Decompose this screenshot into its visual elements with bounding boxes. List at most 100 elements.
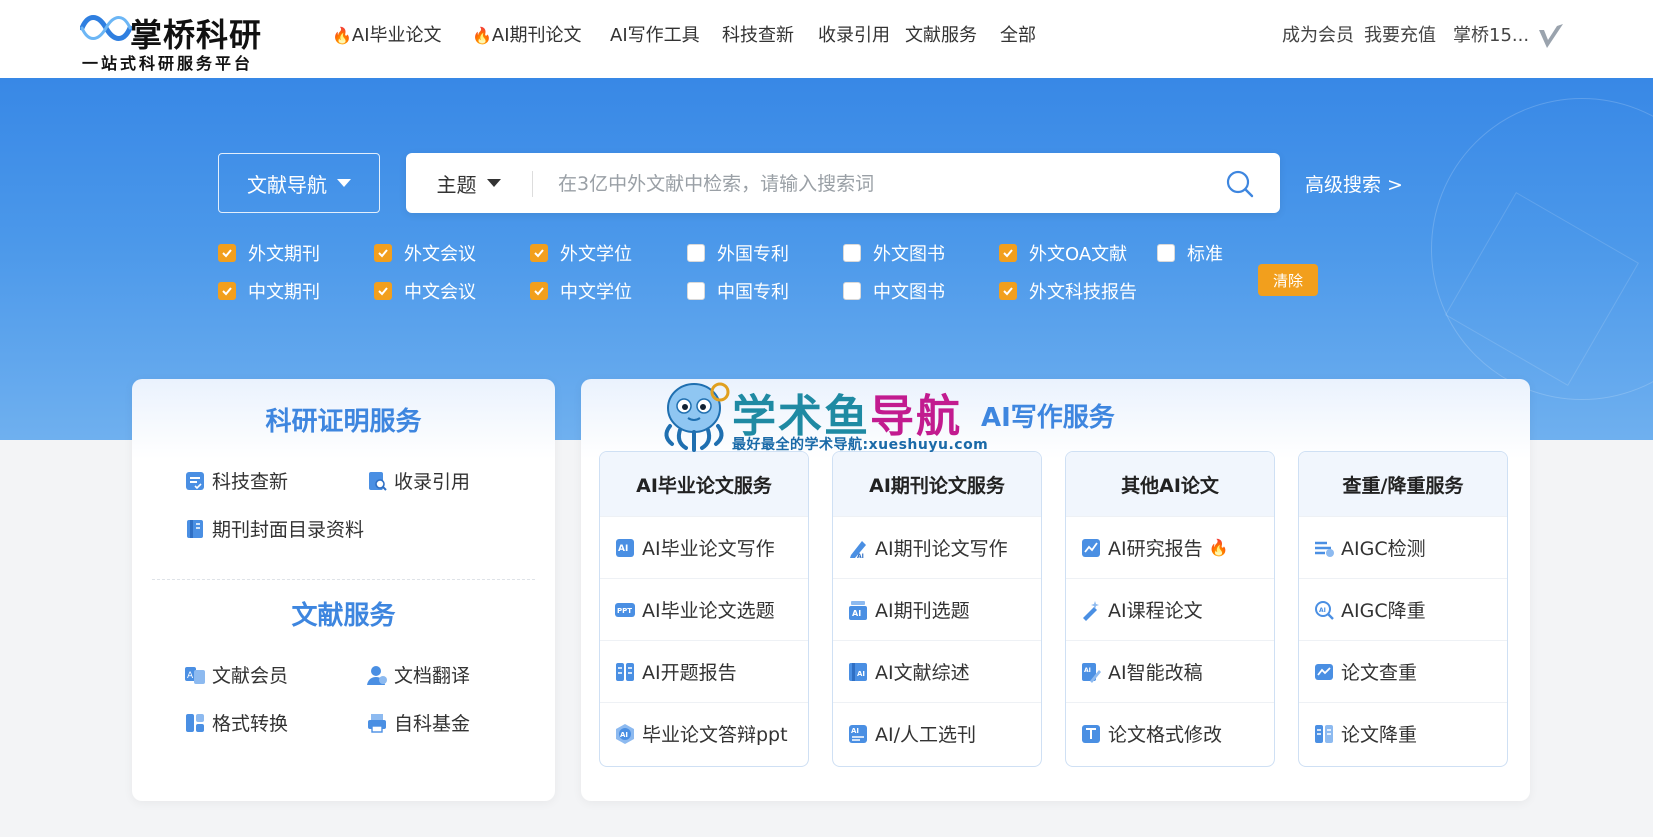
checkbox[interactable] xyxy=(218,244,236,262)
search-divider xyxy=(532,171,533,197)
recharge-link[interactable]: 我要充值 xyxy=(1364,24,1436,48)
checkbox[interactable] xyxy=(374,282,392,300)
ai-document-icon: AI xyxy=(616,538,634,557)
nav-ai-thesis[interactable]: 🔥AI毕业论文 xyxy=(332,24,442,48)
user-icon xyxy=(367,665,387,685)
link-paper-check[interactable]: 论文查重 xyxy=(1299,640,1507,702)
column-title: 其他AI论文 xyxy=(1066,452,1274,516)
svg-text:PPT: PPT xyxy=(617,607,632,615)
checkbox[interactable] xyxy=(530,244,548,262)
link-ai-proposal-report[interactable]: AI开题报告 xyxy=(600,640,808,702)
svg-text:AI: AI xyxy=(857,553,864,559)
edit-doc-icon: AI xyxy=(1082,662,1101,683)
checkbox[interactable] xyxy=(999,244,1017,262)
report-grid-icon xyxy=(616,662,634,681)
link-ai-thesis-writing[interactable]: AI AI毕业论文写作 xyxy=(600,516,808,578)
search-input[interactable] xyxy=(556,165,1200,203)
checkmark-icon xyxy=(378,249,388,258)
svg-text:AI: AI xyxy=(1084,667,1091,674)
nav-all[interactable]: 全部 xyxy=(1000,24,1036,48)
link-citation[interactable]: 收录引用 xyxy=(366,467,470,494)
link-ai-journal-selection[interactable]: AI AI/人工选刊 xyxy=(833,702,1041,764)
checkbox[interactable] xyxy=(843,282,861,300)
lines-check-icon xyxy=(1315,541,1334,557)
ai-writing-title: AI写作服务 xyxy=(981,403,1115,433)
link-aigc-reduction[interactable]: AI AIGC降重 xyxy=(1299,578,1507,640)
link-ai-research-report[interactable]: AI研究报告 🔥 xyxy=(1066,516,1274,578)
advanced-search-link[interactable]: 高级搜索 > xyxy=(1305,170,1403,197)
link-defense-ppt[interactable]: AI 毕业论文答辩ppt xyxy=(600,702,808,764)
link-literature-member[interactable]: A 文献会员 xyxy=(184,661,288,688)
user-account-link[interactable]: 掌桥15... xyxy=(1453,24,1529,48)
link-paper-reduction[interactable]: 论文降重 xyxy=(1299,702,1507,764)
vip-v-icon[interactable] xyxy=(1537,22,1565,50)
pen-writing-icon: AI xyxy=(850,540,866,559)
link-journal-cover-toc[interactable]: 期刊封面目录资料 xyxy=(184,515,364,542)
filter-foreign-tech-report[interactable]: 外文科技报告 xyxy=(999,278,1137,304)
link-novelty-search[interactable]: 科技查新 xyxy=(184,467,288,494)
checkbox[interactable] xyxy=(374,244,392,262)
fire-icon: 🔥 xyxy=(332,26,352,45)
filter-chinese-patent[interactable]: 中国专利 xyxy=(687,278,789,304)
caret-down-icon xyxy=(486,179,501,187)
link-document-translation[interactable]: 文档翻译 xyxy=(366,661,470,688)
link-ai-literature-review[interactable]: AI AI文献综述 xyxy=(833,640,1041,702)
link-aigc-detection[interactable]: AIGC检测 xyxy=(1299,516,1507,578)
grid-convert-icon xyxy=(186,713,204,732)
stack-ai-icon: AI xyxy=(849,600,867,620)
checkmark-icon xyxy=(1003,287,1013,296)
site-logo[interactable]: 掌桥科研 一站式科研服务平台 xyxy=(80,6,280,73)
link-nsfc-fund[interactable]: 自科基金 xyxy=(366,709,470,736)
svg-text:AI: AI xyxy=(618,544,628,554)
research-proof-title: 科研证明服务 xyxy=(265,407,422,437)
column-title: AI毕业论文服务 xyxy=(600,452,808,516)
checkmark-icon xyxy=(222,249,232,258)
nav-ai-writing-tools[interactable]: AI写作工具 xyxy=(610,24,700,48)
checkbox[interactable] xyxy=(218,282,236,300)
checkbox[interactable] xyxy=(999,282,1017,300)
doc-ai-icon: AI xyxy=(849,724,867,743)
checkbox[interactable] xyxy=(843,244,861,262)
filter-chinese-book[interactable]: 中文图书 xyxy=(843,278,945,304)
filter-foreign-book[interactable]: 外文图书 xyxy=(843,240,945,266)
nav-citation[interactable]: 收录引用 xyxy=(818,24,890,48)
search-icon[interactable] xyxy=(1224,168,1256,200)
checkbox[interactable] xyxy=(1157,244,1175,262)
literature-service-title: 文献服务 xyxy=(291,601,396,631)
filter-standard[interactable]: 标准 xyxy=(1157,240,1223,266)
link-ai-journal-topic[interactable]: AI AI期刊选题 xyxy=(833,578,1041,640)
document-check-icon xyxy=(186,471,204,490)
nav-ai-journal[interactable]: 🔥AI期刊论文 xyxy=(472,24,582,48)
checkmark-icon xyxy=(222,287,232,296)
clear-filters-button[interactable]: 清除 xyxy=(1258,264,1318,296)
checkbox[interactable] xyxy=(687,244,705,262)
column-plagiarism: 查重/降重服务 AIGC检测 AI AIGC降重 论文查重 论文降重 xyxy=(1298,451,1508,767)
checkbox[interactable] xyxy=(530,282,548,300)
search-type-dropdown[interactable]: 主题 xyxy=(406,153,531,213)
filter-foreign-journal[interactable]: 外文期刊 xyxy=(218,240,320,266)
caret-down-icon xyxy=(337,179,351,187)
filter-foreign-degree[interactable]: 外文学位 xyxy=(530,240,632,266)
checkbox[interactable] xyxy=(687,282,705,300)
filter-chinese-degree[interactable]: 中文学位 xyxy=(530,278,632,304)
link-format-conversion[interactable]: 格式转换 xyxy=(184,709,288,736)
filter-chinese-journal[interactable]: 中文期刊 xyxy=(218,278,320,304)
text-format-icon xyxy=(1082,724,1100,743)
become-member-link[interactable]: 成为会员 xyxy=(1282,24,1354,48)
checkmark-icon xyxy=(534,249,544,258)
filter-foreign-patent[interactable]: 外国专利 xyxy=(687,240,789,266)
nav-literature[interactable]: 文献服务 xyxy=(905,24,977,48)
link-ai-journal-writing[interactable]: AI AI期刊论文写作 xyxy=(833,516,1041,578)
search-document-icon xyxy=(369,471,387,491)
link-ai-course-paper[interactable]: AI课程论文 xyxy=(1066,578,1274,640)
filter-foreign-conference[interactable]: 外文会议 xyxy=(374,240,476,266)
link-paper-format-fix[interactable]: 论文格式修改 xyxy=(1066,702,1274,764)
nav-novelty-search[interactable]: 科技查新 xyxy=(722,24,794,48)
filter-chinese-conference[interactable]: 中文会议 xyxy=(374,278,476,304)
filter-foreign-oa[interactable]: 外文OA文献 xyxy=(999,240,1127,266)
literature-nav-dropdown[interactable]: 文献导航 xyxy=(218,153,380,213)
link-ai-thesis-topic[interactable]: PPT AI毕业论文选题 xyxy=(600,578,808,640)
link-ai-smart-revision[interactable]: AI AI智能改稿 xyxy=(1066,640,1274,702)
columns-doc-icon xyxy=(1315,724,1333,743)
site-watermark: 学术鱼导航 最好最全的学术导航:xueshuyu.com xyxy=(660,378,1000,458)
